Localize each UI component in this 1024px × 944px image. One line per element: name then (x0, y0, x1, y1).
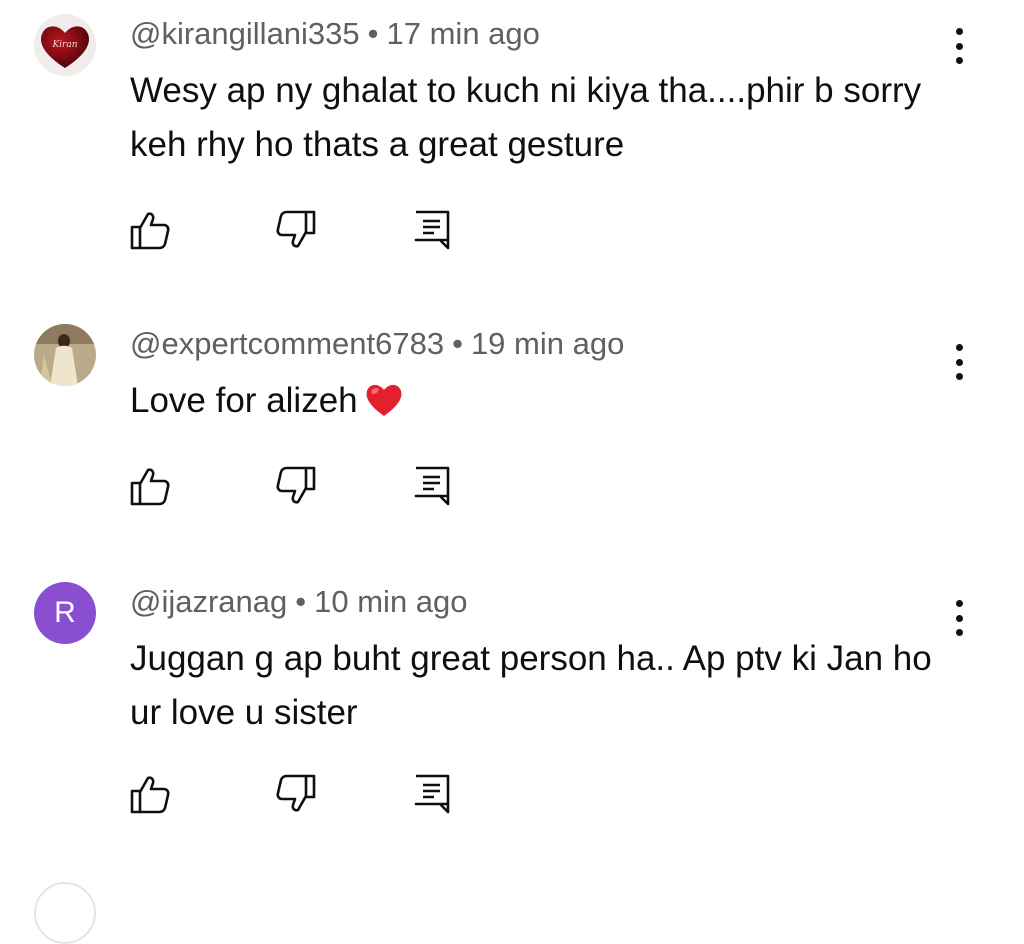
thumbs-down-icon (276, 466, 316, 504)
avatar[interactable]: Kiran (34, 14, 96, 76)
comment-meta: @kirangillani335 • 17 min ago (130, 14, 540, 54)
avatar[interactable] (34, 882, 96, 944)
dislike-button[interactable] (274, 772, 318, 816)
comment-meta: @ijazranag • 10 min ago (130, 582, 468, 622)
meta-separator: • (367, 16, 379, 51)
reply-button[interactable] (410, 464, 454, 508)
thumbs-up-icon (130, 212, 170, 250)
comment-actions (0, 464, 1024, 514)
author-handle[interactable]: @expertcomment6783 (130, 326, 444, 361)
comment-text: Juggan g ap buht great person ha.. Ap pt… (130, 639, 932, 732)
comment-text: Love for alizeh (130, 374, 970, 434)
reply-icon (414, 210, 450, 250)
more-options-icon[interactable] (946, 596, 972, 640)
reply-icon (414, 774, 450, 814)
like-button[interactable] (128, 208, 172, 252)
comment-text-content: Love for alizeh (130, 381, 358, 420)
avatar-initial: R (54, 596, 76, 629)
comment-actions (0, 208, 1024, 258)
author-handle[interactable]: @ijazranag (130, 584, 287, 619)
reply-button[interactable] (410, 772, 454, 816)
avatar[interactable]: R (34, 582, 96, 644)
thumbs-down-icon (276, 774, 316, 812)
dislike-button[interactable] (274, 208, 318, 252)
like-button[interactable] (128, 464, 172, 508)
meta-separator: • (295, 584, 307, 619)
comment-time: 10 min ago (314, 584, 468, 619)
thumbs-down-icon (276, 210, 316, 248)
comment-time: 17 min ago (386, 16, 540, 51)
comment-time: 19 min ago (470, 326, 625, 361)
avatar-label: Kiran (51, 40, 77, 50)
like-button[interactable] (128, 772, 172, 816)
reply-button[interactable] (410, 208, 454, 252)
reply-icon (414, 466, 450, 506)
avatar[interactable] (34, 324, 96, 386)
author-handle[interactable]: @kirangillani335 (130, 16, 360, 51)
thumbs-up-icon (130, 468, 170, 506)
dislike-button[interactable] (274, 464, 318, 508)
comment-actions (0, 772, 1024, 822)
more-options-icon[interactable] (946, 340, 972, 384)
more-options-icon[interactable] (946, 24, 972, 68)
thumbs-up-icon (130, 776, 170, 814)
red-heart-icon (364, 380, 404, 434)
comment-meta: @expertcomment6783 • 19 min ago (130, 324, 624, 364)
comment-text: Wesy ap ny ghalat to kuch ni kiya tha...… (130, 71, 922, 164)
meta-separator: • (452, 326, 463, 361)
